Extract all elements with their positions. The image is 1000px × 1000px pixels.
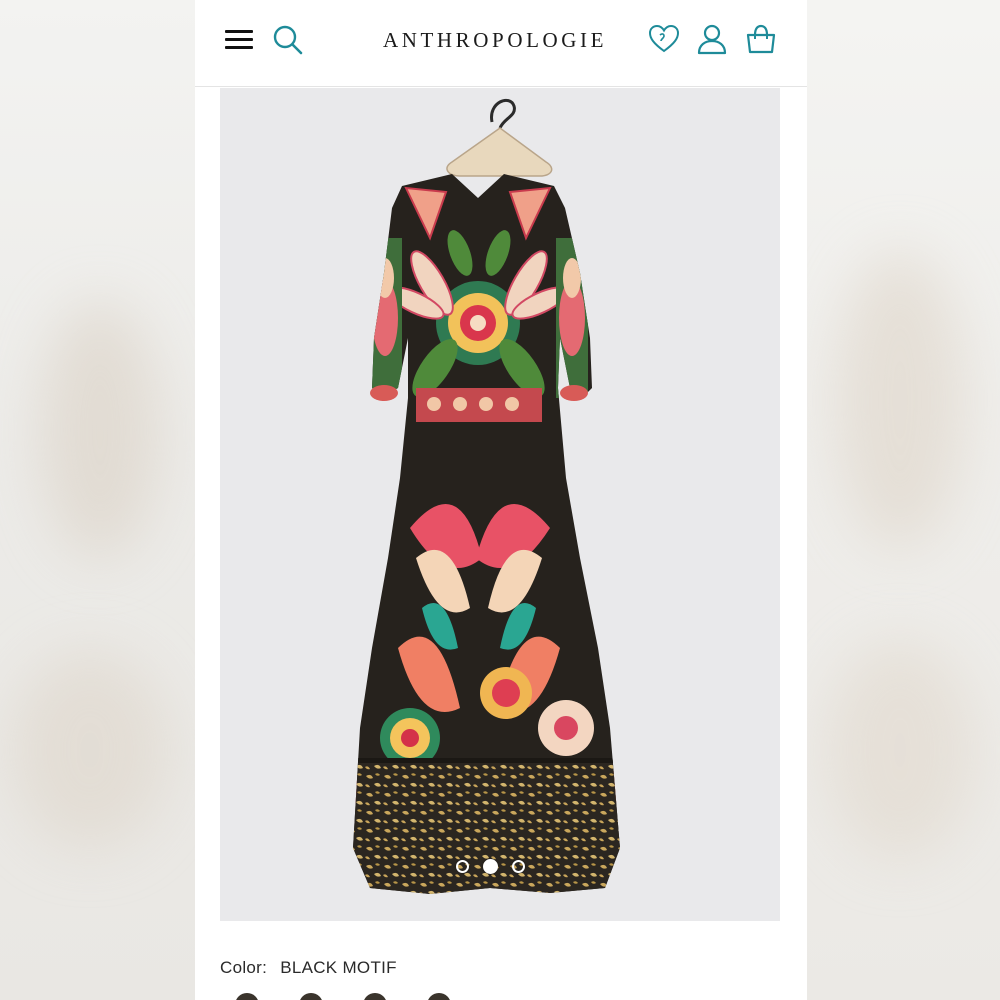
color-value: BLACK MOTIF bbox=[280, 958, 397, 977]
background-blur-left bbox=[0, 0, 195, 1000]
color-swatch[interactable] bbox=[299, 993, 323, 1000]
carousel-dot-2[interactable] bbox=[483, 858, 498, 874]
carousel-dots bbox=[456, 857, 546, 875]
color-selection: Color: BLACK MOTIF bbox=[220, 958, 397, 978]
color-swatch[interactable] bbox=[427, 993, 451, 1000]
brand-logo[interactable]: ANTHROPOLOGIE bbox=[345, 28, 645, 53]
heart-icon[interactable] bbox=[647, 22, 681, 56]
product-image[interactable] bbox=[220, 88, 780, 921]
top-header: ANTHROPOLOGIE bbox=[195, 0, 807, 87]
background-blur-right bbox=[805, 0, 1000, 1000]
color-swatches bbox=[235, 993, 451, 1000]
color-label: Color: bbox=[220, 958, 268, 977]
dress-illustration bbox=[353, 99, 620, 894]
user-icon[interactable] bbox=[695, 22, 729, 56]
menu-icon[interactable] bbox=[222, 22, 256, 56]
color-swatch[interactable] bbox=[235, 993, 259, 1000]
color-swatch[interactable] bbox=[363, 993, 387, 1000]
carousel-dot-1[interactable] bbox=[456, 859, 469, 873]
app-screen: ANTHROPOLOGIE Color: BLACK MOTIF bbox=[195, 0, 807, 1000]
carousel-dot-3[interactable] bbox=[512, 859, 525, 873]
search-icon[interactable] bbox=[270, 22, 304, 56]
bag-icon[interactable] bbox=[744, 22, 778, 56]
